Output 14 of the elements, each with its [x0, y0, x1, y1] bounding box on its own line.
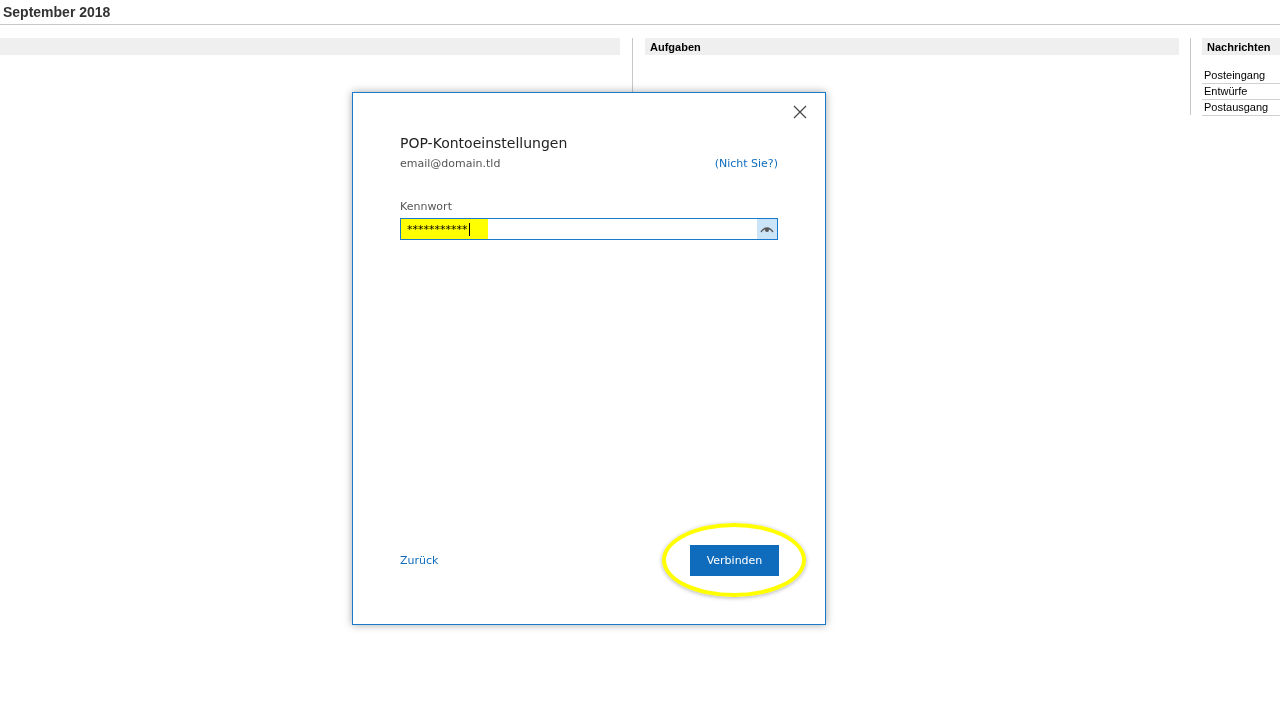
- calendar-title: September 2018: [3, 4, 111, 20]
- eye-icon[interactable]: [757, 219, 777, 239]
- account-email: email@domain.tld: [400, 157, 501, 170]
- not-you-link[interactable]: (Nicht Sie?): [714, 157, 778, 170]
- folder-item[interactable]: Postausgang: [1202, 100, 1280, 116]
- dialog-title: POP-Kontoeinstellungen: [400, 135, 569, 151]
- connect-button[interactable]: Verbinden: [690, 545, 779, 576]
- password-field[interactable]: ***********: [400, 218, 778, 240]
- messages-heading: Nachrichten: [1202, 38, 1280, 55]
- password-label: Kennwort: [400, 200, 453, 213]
- folder-item[interactable]: Entwürfe: [1202, 84, 1280, 100]
- back-link[interactable]: Zurück: [400, 554, 439, 567]
- tasks-heading: Aufgaben: [645, 38, 1179, 55]
- folder-item[interactable]: Posteingang: [1202, 68, 1280, 84]
